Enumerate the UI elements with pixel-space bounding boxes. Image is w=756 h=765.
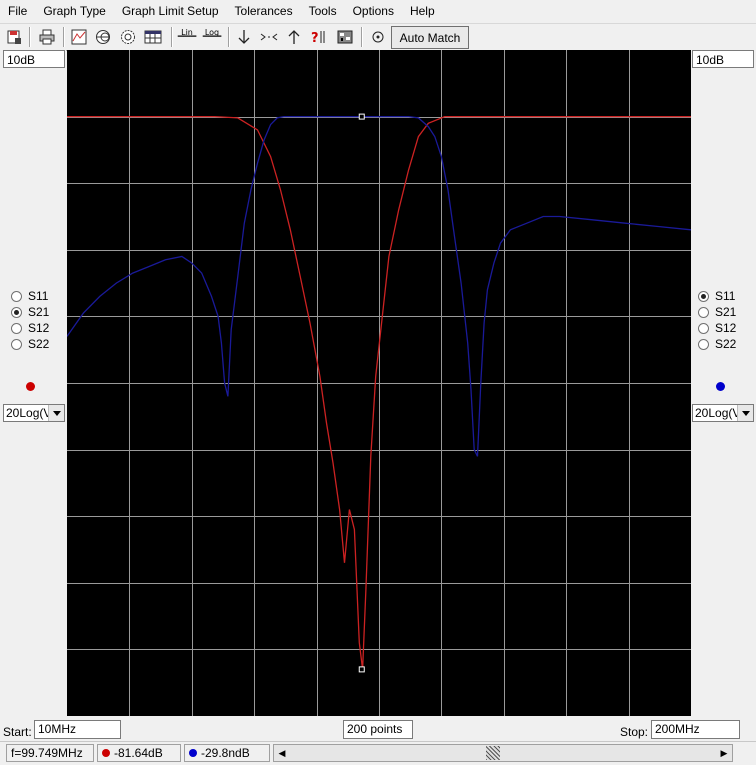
left-format-value: 20Log(V	[6, 406, 52, 420]
lin-scale-icon[interactable]: Lin ▔▔▔	[176, 26, 198, 48]
right-param-radios: S11 S21 S12 S22	[698, 288, 736, 352]
right-radio-s22[interactable]: S22	[698, 336, 736, 352]
log-label: Log	[204, 28, 220, 37]
arrow-down-icon[interactable]	[233, 26, 255, 48]
right-trace-panel: 10dB S11 S21 S12 S22 20Log(V	[691, 50, 756, 712]
right-radio-s12[interactable]: S12	[698, 320, 736, 336]
right-format-select[interactable]: 20Log(V	[692, 404, 754, 422]
right-radio-s11[interactable]: S11	[698, 288, 736, 304]
print-icon[interactable]	[36, 26, 58, 48]
lin-label: Lin	[181, 28, 193, 37]
marker2-dot	[189, 749, 197, 757]
menu-options[interactable]: Options	[345, 0, 402, 22]
menu-tools[interactable]: Tools	[301, 0, 345, 22]
radio-label: S22	[28, 337, 50, 351]
radio-label: S11	[715, 289, 736, 303]
radio-label: S22	[715, 337, 737, 351]
auto-match-button[interactable]: Auto Match	[391, 26, 469, 49]
left-param-radios: S11 S21 S12 S22	[11, 288, 49, 352]
toolbar: Lin ▔▔▔ Log ▔▔▔ ? Auto Match	[0, 23, 756, 51]
stop-label: Stop:	[620, 725, 649, 739]
left-trace-color-dot[interactable]	[26, 382, 35, 391]
frequency-readout: f=99.749MHz	[6, 744, 94, 762]
status-bar: f=99.749MHz -81.64dB -29.8ndB ◀ ▶	[0, 741, 756, 765]
left-radio-s22[interactable]: S22	[11, 336, 49, 352]
s-parameter-plot[interactable]	[66, 50, 692, 716]
arrow-up-icon[interactable]	[283, 26, 305, 48]
chevron-down-icon[interactable]	[737, 405, 753, 421]
marker1-readout: -81.64dB	[97, 744, 181, 762]
right-scale-field[interactable]: 10dB	[692, 50, 754, 68]
left-scale-field[interactable]: 10dB	[3, 50, 65, 68]
graph-area[interactable]	[66, 50, 692, 716]
sweep-settings: Start: 10MHz 200 points Stop: 200MHz	[0, 718, 756, 740]
radio-label: S12	[28, 321, 50, 335]
menu-help[interactable]: Help	[402, 0, 443, 22]
log-scale-icon[interactable]: Log ▔▔▔	[201, 26, 223, 48]
menu-tolerances[interactable]: Tolerances	[227, 0, 301, 22]
marker1-value: -81.64dB	[114, 746, 163, 760]
svg-text:?: ?	[311, 31, 319, 45]
left-radio-s11[interactable]: S11	[11, 288, 49, 304]
menu-file[interactable]: File	[0, 0, 35, 22]
radio-label: S12	[715, 321, 737, 335]
right-trace-color-dot[interactable]	[716, 382, 725, 391]
marker2-readout: -29.8ndB	[184, 744, 270, 762]
chevron-down-icon[interactable]	[48, 405, 64, 421]
marker-s21	[358, 666, 365, 673]
start-frequency-input[interactable]: 10MHz	[34, 720, 121, 739]
right-format-value: 20Log(V	[695, 406, 741, 420]
component-icon[interactable]	[334, 26, 356, 48]
rect-graph-icon[interactable]	[68, 26, 90, 48]
help-icon[interactable]: ?	[308, 26, 330, 48]
menu-graph-type[interactable]: Graph Type	[35, 0, 113, 22]
left-radio-s12[interactable]: S12	[11, 320, 49, 336]
points-input[interactable]: 200 points	[343, 720, 413, 739]
left-trace-panel: 10dB S11 S21 S12 S22 20Log(V	[0, 50, 66, 712]
radio-label: S11	[28, 289, 49, 303]
start-label: Start:	[3, 725, 32, 739]
smith-chart-icon[interactable]	[92, 26, 114, 48]
radio-label: S21	[715, 305, 737, 319]
reset-icon[interactable]	[367, 26, 389, 48]
frequency-scrollbar[interactable]: ◀ ▶	[273, 744, 733, 762]
compress-icon[interactable]	[258, 26, 280, 48]
polar-chart-icon[interactable]	[117, 26, 139, 48]
marker1-dot	[102, 749, 110, 757]
left-format-select[interactable]: 20Log(V	[3, 404, 65, 422]
left-radio-s21[interactable]: S21	[11, 304, 49, 320]
marker-s11	[358, 113, 365, 120]
stop-frequency-input[interactable]: 200MHz	[651, 720, 740, 739]
scroll-right-icon[interactable]: ▶	[716, 745, 732, 761]
scroll-left-icon[interactable]: ◀	[274, 745, 290, 761]
table-icon[interactable]	[142, 26, 164, 48]
right-radio-s21[interactable]: S21	[698, 304, 736, 320]
menu-bar: File Graph Type Graph Limit Setup Tolera…	[0, 0, 756, 22]
save-report-icon[interactable]	[3, 26, 25, 48]
radio-label: S21	[28, 305, 50, 319]
marker2-value: -29.8ndB	[201, 746, 250, 760]
menu-graph-limit-setup[interactable]: Graph Limit Setup	[114, 0, 227, 22]
scroll-thumb[interactable]	[486, 746, 500, 760]
